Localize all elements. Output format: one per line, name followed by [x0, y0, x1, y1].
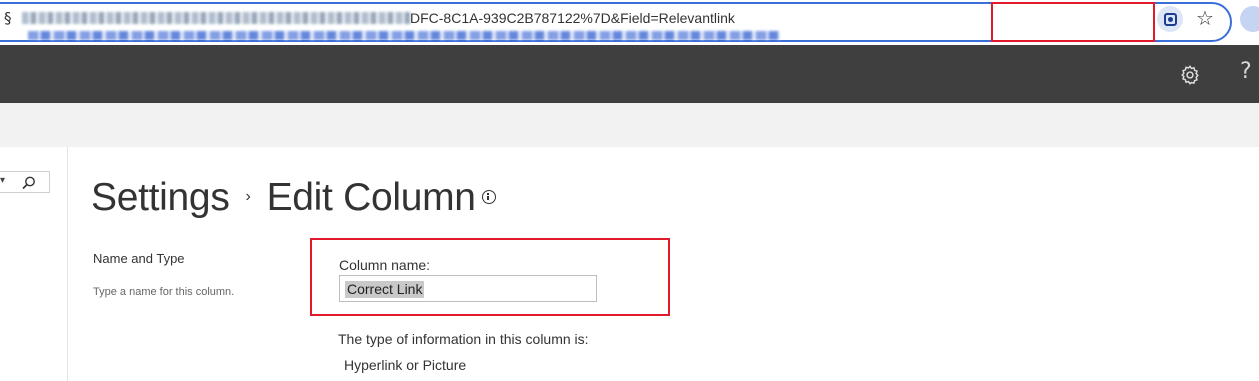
security-chip-icon[interactable]: § [4, 9, 12, 27]
site-search-box[interactable]: ▾ [0, 171, 50, 193]
column-type-label: The type of information in this column i… [338, 331, 589, 347]
search-scope-dropdown-icon[interactable]: ▾ [0, 175, 5, 186]
info-icon[interactable] [481, 189, 496, 204]
url-visible-tail: DFC-8C1A-939C2B787122%7D&Field=Relevantl… [410, 10, 735, 26]
browser-toolbar: § DFC-8C1A-939C2B787122%7D&Field=Relevan… [0, 0, 1259, 45]
help-icon[interactable]: ? [1240, 59, 1252, 84]
section-description: Type a name for this column. [93, 286, 235, 298]
breadcrumb-settings[interactable]: Settings [91, 176, 230, 219]
breadcrumb-current: Edit Column [266, 176, 476, 219]
profile-icon[interactable] [1240, 6, 1259, 32]
column-name-label: Column name: [339, 257, 431, 273]
command-bar-area [0, 103, 1259, 147]
url-obscured-underline [28, 31, 780, 40]
url-field-highlight [991, 2, 1155, 42]
page-title: Settings › Edit Column [91, 176, 496, 220]
url-obscured-segment [22, 12, 410, 24]
left-nav: ▾ [0, 147, 68, 381]
suite-bar: ? [0, 45, 1259, 103]
search-icon[interactable] [21, 175, 37, 191]
google-lens-icon[interactable] [1157, 6, 1183, 32]
section-heading: Name and Type [93, 251, 185, 266]
column-name-input[interactable] [339, 275, 597, 302]
column-type-value: Hyperlink or Picture [344, 357, 467, 373]
gear-icon[interactable] [1179, 64, 1201, 86]
bookmark-star-icon[interactable]: ☆ [1196, 6, 1214, 30]
url-text[interactable]: DFC-8C1A-939C2B787122%7D&Field=Relevantl… [410, 10, 735, 26]
breadcrumb-separator: › [245, 187, 251, 205]
